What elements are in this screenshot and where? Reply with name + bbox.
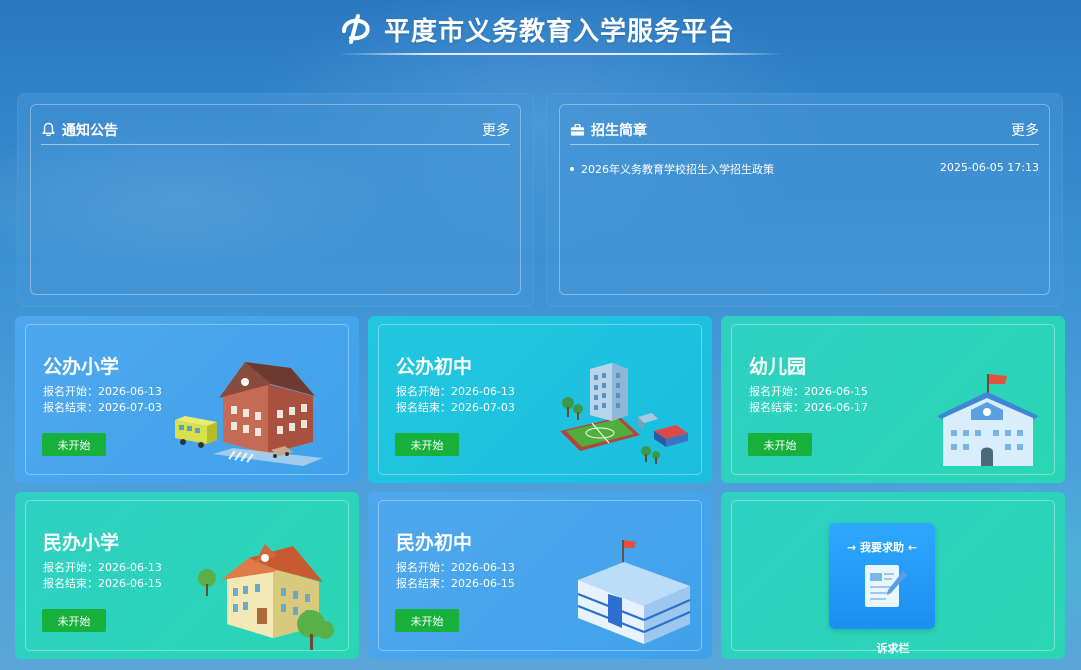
- card-end-date: 报名结束：2026-06-17: [749, 401, 868, 414]
- admissions-panel-frame: 招生简章 更多 2026年义务教育学校招生入学招生政策 2025-06-05 1…: [559, 104, 1050, 295]
- admissions-title: 招生简章: [570, 120, 647, 140]
- card-title: 幼儿园: [749, 356, 807, 378]
- help-title: → 我要求助 ←: [846, 541, 918, 554]
- card-title: 民办小学: [43, 532, 120, 554]
- card-public-primary[interactable]: 公办小学 报名开始：2026-06-13 报名结束：2026-07-03 未开始: [15, 316, 359, 483]
- card-start-date: 报名开始：2026-06-15: [749, 385, 868, 398]
- bell-icon: [42, 122, 55, 137]
- help-button[interactable]: → 我要求助 ←: [829, 523, 935, 629]
- notices-title: 通知公告: [41, 120, 118, 140]
- card-title: 公办初中: [396, 356, 473, 378]
- status-button[interactable]: 未开始: [748, 433, 812, 456]
- status-button[interactable]: 未开始: [42, 609, 106, 632]
- admissions-more-link[interactable]: 更多: [1011, 120, 1039, 140]
- card-private-primary[interactable]: 民办小学 报名开始：2026-06-13 报名结束：2026-06-15 未开始: [15, 492, 359, 659]
- middle-school-building-icon: [577, 540, 691, 644]
- card-public-middle[interactable]: 公办初中 报名开始：2026-06-13 报名结束：2026-07-03 未开始: [368, 316, 712, 483]
- briefcase-icon: [570, 123, 585, 136]
- admissions-item-title-wrap: 2026年义务教育学校招生入学招生政策: [570, 161, 774, 177]
- card-start-date: 报名开始：2026-06-13: [43, 385, 162, 398]
- kindergarten-building-icon: [937, 374, 1039, 466]
- card-title: 公办小学: [43, 356, 120, 378]
- card-private-middle[interactable]: 民办初中 报名开始：2026-06-13 报名结束：2026-06-15 未开始: [368, 492, 712, 659]
- card-title: 民办初中: [396, 532, 473, 554]
- bullet-dot: [570, 167, 574, 171]
- page-title: 平度市义务教育入学服务平台: [384, 16, 736, 47]
- notices-panel: 通知公告 更多: [17, 93, 534, 307]
- card-start-date: 报名开始：2026-06-13: [396, 561, 515, 574]
- title-wrap: 平度市义务教育入学服务平台: [338, 12, 736, 47]
- page-header: 平度市义务教育入学服务平台: [0, 0, 1081, 60]
- card-end-date: 报名结束：2026-06-15: [396, 577, 515, 590]
- notices-panel-frame: 通知公告 更多: [30, 104, 521, 295]
- card-kindergarten[interactable]: 幼儿园 报名开始：2026-06-15 报名结束：2026-06-17 未开始: [721, 316, 1065, 483]
- card-end-date: 报名结束：2026-07-03: [43, 401, 162, 414]
- notices-header: 通知公告 更多: [41, 115, 510, 145]
- help-document-icon: [865, 565, 907, 607]
- admissions-header: 招生简章 更多: [570, 115, 1039, 145]
- admissions-panel: 招生简章 更多 2026年义务教育学校招生入学招生政策 2025-06-05 1…: [546, 93, 1063, 307]
- admissions-item-title[interactable]: 2026年义务教育学校招生入学招生政策: [581, 161, 774, 177]
- card-end-date: 报名结束：2026-06-15: [43, 577, 162, 590]
- notices-more-link[interactable]: 更多: [482, 120, 510, 140]
- school-sports-field-icon: [560, 363, 688, 464]
- school-building-bus-icon: [175, 362, 323, 466]
- card-end-date: 报名结束：2026-07-03: [396, 401, 515, 414]
- title-underline: [338, 53, 783, 55]
- card-start-date: 报名开始：2026-06-13: [43, 561, 162, 574]
- help-caption: 诉求栏: [876, 642, 910, 655]
- admissions-item-date: 2025-06-05 17:13: [939, 161, 1039, 174]
- notices-title-label: 通知公告: [62, 122, 118, 139]
- card-help[interactable]: → 我要求助 ← 诉求栏: [721, 492, 1065, 659]
- private-school-building-icon: [198, 544, 334, 650]
- status-button[interactable]: 未开始: [395, 609, 459, 632]
- admissions-list-item[interactable]: 2026年义务教育学校招生入学招生政策 2025-06-05 17:13: [570, 161, 1039, 177]
- admissions-title-label: 招生简章: [591, 122, 647, 139]
- status-button[interactable]: 未开始: [395, 433, 459, 456]
- card-start-date: 报名开始：2026-06-13: [396, 385, 515, 398]
- logo-icon: [342, 14, 370, 44]
- status-button[interactable]: 未开始: [42, 433, 106, 456]
